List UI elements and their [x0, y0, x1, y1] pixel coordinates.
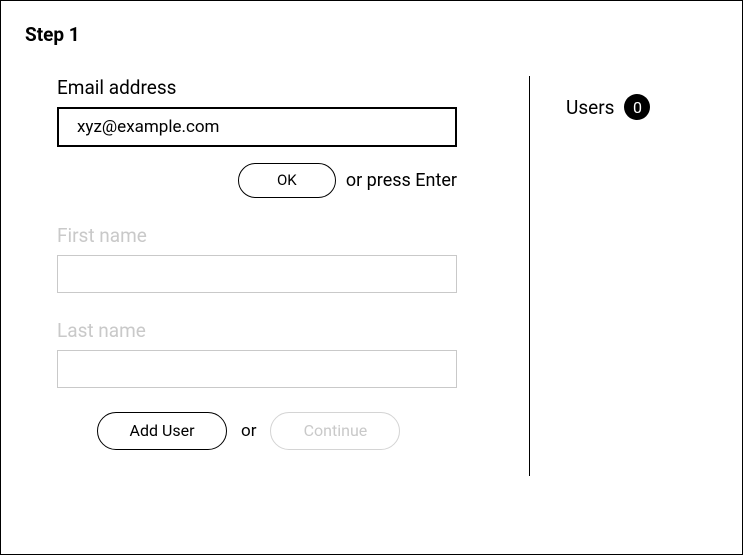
users-label: Users: [566, 96, 614, 119]
last-name-label: Last name: [57, 319, 525, 342]
last-name-group: Last name: [57, 319, 525, 388]
users-header: Users 0: [566, 94, 650, 120]
or-text: or: [241, 421, 256, 441]
email-input[interactable]: [57, 107, 457, 147]
step-title: Step 1: [25, 23, 718, 46]
enter-hint: or press Enter: [346, 170, 457, 191]
continue-button: Continue: [270, 412, 400, 450]
first-name-label: First name: [57, 224, 525, 247]
first-name-group: First name: [57, 224, 525, 293]
form-column: Email address OK or press Enter First na…: [25, 76, 525, 476]
last-name-input[interactable]: [57, 350, 457, 388]
users-count-badge: 0: [624, 94, 650, 120]
email-group: Email address OK or press Enter: [57, 76, 525, 198]
step-panel: Step 1 Email address OK or press Enter F…: [0, 0, 743, 555]
email-label: Email address: [57, 76, 525, 99]
add-user-button[interactable]: Add User: [97, 412, 227, 450]
panel-content: Email address OK or press Enter First na…: [25, 76, 718, 476]
users-column: Users 0: [566, 76, 650, 476]
ok-button[interactable]: OK: [238, 163, 336, 198]
first-name-input[interactable]: [57, 255, 457, 293]
vertical-divider: [529, 76, 530, 476]
email-confirm-row: OK or press Enter: [57, 163, 457, 198]
form-actions: Add User or Continue: [57, 412, 457, 450]
